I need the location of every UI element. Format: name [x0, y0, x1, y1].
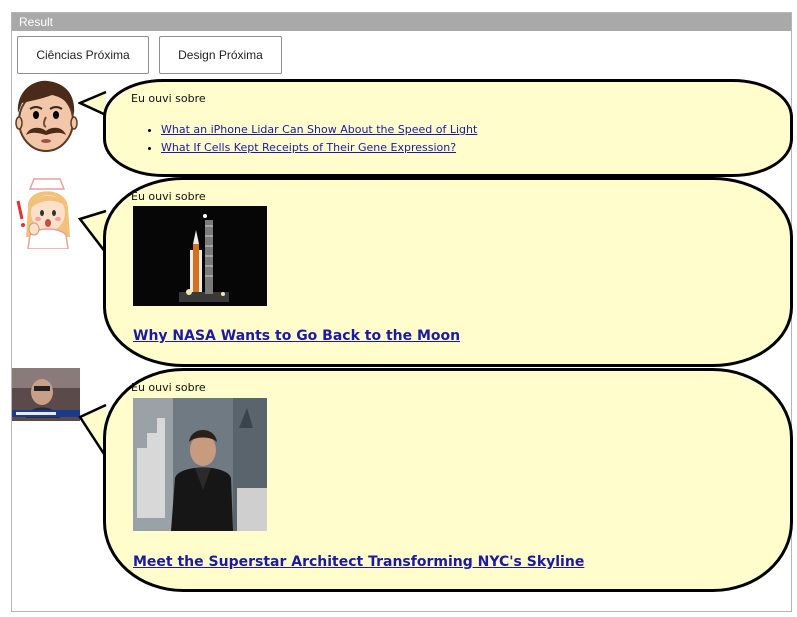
heard-about-text: Eu ouvi sobre — [131, 381, 206, 394]
rocket-launch-image — [133, 206, 267, 306]
mustache-man-avatar — [12, 79, 82, 157]
design-proxima-button[interactable]: Design Próxima — [159, 36, 282, 74]
article-list: What an iPhone Lidar Can Show About the … — [133, 123, 477, 159]
article-title-link[interactable]: Meet the Superstar Architect Transformin… — [133, 554, 584, 570]
nurse-avatar — [12, 177, 82, 253]
window-title: Result — [12, 13, 791, 31]
heard-about-text: Eu ouvi sobre — [131, 92, 206, 105]
article-link[interactable]: What an iPhone Lidar Can Show About the … — [161, 123, 477, 136]
list-item: What an iPhone Lidar Can Show About the … — [161, 123, 477, 136]
ciencias-proxima-button[interactable]: Ciências Próxima — [17, 36, 149, 74]
architect-portrait-image — [133, 398, 267, 531]
news-thumbnail-avatar — [12, 368, 80, 425]
list-item: What If Cells Kept Receipts of Their Gen… — [161, 141, 477, 154]
result-window: Result Ciências Próxima Design Próxima E… — [11, 12, 793, 612]
article-title-link[interactable]: Why NASA Wants to Go Back to the Moon — [133, 328, 460, 344]
heard-about-text: Eu ouvi sobre — [131, 190, 206, 203]
article-link[interactable]: What If Cells Kept Receipts of Their Gen… — [161, 141, 456, 154]
